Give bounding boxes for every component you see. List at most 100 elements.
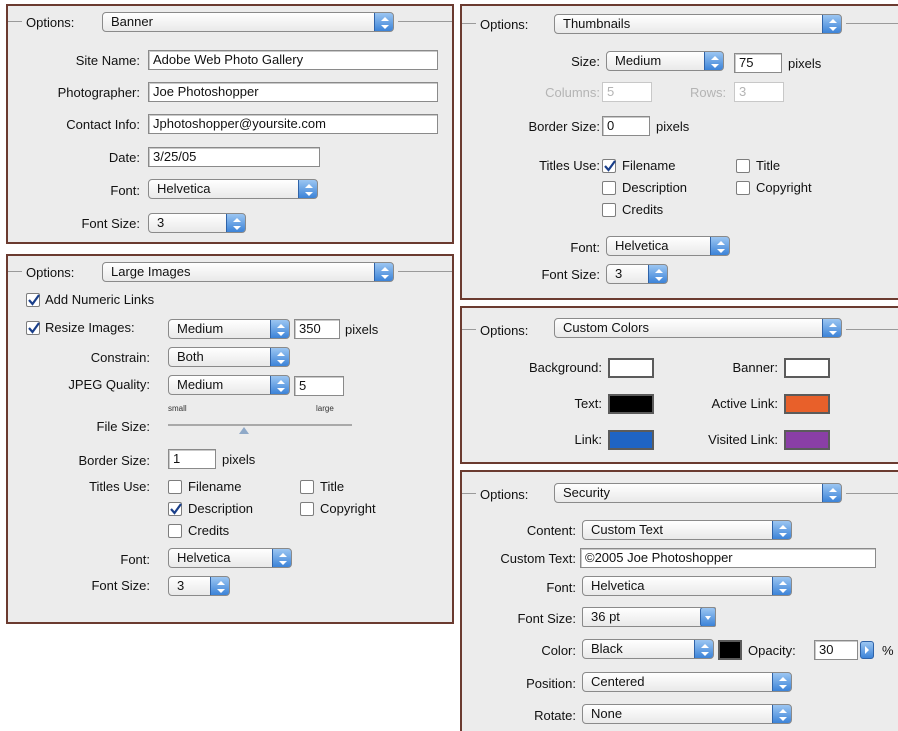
copyright-label: Copyright xyxy=(756,180,812,195)
banner-font-size-select[interactable]: 3 xyxy=(148,213,246,233)
banner-options-select[interactable]: Banner xyxy=(102,12,394,32)
chevron-updown-icon xyxy=(772,577,791,595)
content-select[interactable]: Custom Text xyxy=(582,520,792,540)
large-images-font-select[interactable]: Helvetica xyxy=(168,548,292,568)
photographer-label: Photographer: xyxy=(57,85,140,100)
file-size-slider-thumb[interactable] xyxy=(239,427,249,434)
file-size-slider-track[interactable] xyxy=(168,424,352,426)
panel-header-rule xyxy=(398,21,452,22)
border-size-field[interactable]: 1 xyxy=(168,449,216,469)
resize-images-label: Resize Images: xyxy=(45,320,135,335)
rotate-select[interactable]: None xyxy=(582,704,792,724)
security-font-size-combo[interactable]: 36 pt xyxy=(582,607,716,627)
resize-images-checkbox[interactable] xyxy=(26,321,40,335)
custom-colors-options-select[interactable]: Custom Colors xyxy=(554,318,842,338)
watermark-color-swatch[interactable] xyxy=(718,640,742,660)
thumbnails-options-select[interactable]: Thumbnails xyxy=(554,14,842,34)
panel-header-rule xyxy=(846,493,898,494)
thumbnail-pixels-field[interactable]: 75 xyxy=(734,53,782,73)
copyright-checkbox[interactable] xyxy=(300,502,314,516)
background-color-swatch[interactable] xyxy=(608,358,654,378)
columns-field[interactable]: 5 xyxy=(602,82,652,102)
custom-text-label: Custom Text: xyxy=(500,551,576,566)
position-select[interactable]: Centered xyxy=(582,672,792,692)
security-options-select[interactable]: Security xyxy=(554,483,842,503)
select-value: Helvetica xyxy=(157,181,211,196)
credits-label: Credits xyxy=(622,202,664,217)
select-value: 3 xyxy=(615,266,623,281)
panel-header-rule xyxy=(462,23,476,24)
text-label: Text: xyxy=(574,396,602,411)
description-checkbox[interactable] xyxy=(602,181,616,195)
thumbnail-border-size-field[interactable]: 0 xyxy=(602,116,650,136)
chevron-updown-icon xyxy=(270,348,289,366)
watermark-color-select[interactable]: Black xyxy=(582,639,714,659)
banner-label: Banner: xyxy=(732,360,778,375)
constrain-select[interactable]: Both xyxy=(168,347,290,367)
opacity-unit-label: % xyxy=(882,643,894,658)
credits-checkbox[interactable] xyxy=(168,524,182,538)
opacity-field[interactable]: 30 xyxy=(814,640,858,660)
color-label: Color: xyxy=(541,643,576,658)
site-name-field[interactable]: Adobe Web Photo Gallery xyxy=(148,50,438,70)
add-numeric-links-checkbox[interactable] xyxy=(26,293,40,307)
site-name-label: Site Name: xyxy=(75,53,140,68)
chevron-down-icon xyxy=(700,608,715,626)
resize-images-select[interactable]: Medium xyxy=(168,319,290,339)
select-value: Helvetica xyxy=(177,550,231,565)
position-label: Position: xyxy=(526,676,576,691)
large-images-font-size-select[interactable]: 3 xyxy=(168,576,230,596)
active-link-color-swatch[interactable] xyxy=(784,394,830,414)
select-value: None xyxy=(591,706,623,721)
credits-checkbox[interactable] xyxy=(602,203,616,217)
chevron-updown-icon xyxy=(694,640,713,658)
resize-pixels-field[interactable]: 350 xyxy=(294,319,340,339)
title-label: Title xyxy=(756,158,781,173)
large-images-options-select[interactable]: Large Images xyxy=(102,262,394,282)
link-color-swatch[interactable] xyxy=(608,430,654,450)
chevron-updown-icon xyxy=(822,15,841,33)
contact-info-field[interactable]: Jphotoshopper@yoursite.com xyxy=(148,114,438,134)
rows-label: Rows: xyxy=(690,85,727,100)
panel-header-rule xyxy=(462,329,476,330)
opacity-slider-popup-icon[interactable] xyxy=(860,641,874,659)
security-options-panel: Options: Security Content: Custom Text C… xyxy=(460,470,898,731)
select-value: Custom Text xyxy=(591,522,664,537)
thumbnails-size-select[interactable]: Medium xyxy=(606,51,724,71)
select-value: Security xyxy=(563,485,610,500)
thumbnails-font-size-select[interactable]: 3 xyxy=(606,264,668,284)
date-field[interactable]: 3/25/05 xyxy=(148,147,320,167)
link-label: Link: xyxy=(574,432,602,447)
title-checkbox[interactable] xyxy=(300,480,314,494)
filename-checkbox[interactable] xyxy=(602,159,616,173)
banner-color-swatch[interactable] xyxy=(784,358,830,378)
rotate-label: Rotate: xyxy=(534,708,576,723)
panel-header-rule xyxy=(8,21,22,22)
jpeg-quality-select[interactable]: Medium xyxy=(168,375,290,395)
options-label: Options: xyxy=(480,487,529,502)
description-label: Description xyxy=(188,501,254,516)
title-checkbox[interactable] xyxy=(736,159,750,173)
thumbnails-font-select[interactable]: Helvetica xyxy=(606,236,730,256)
chevron-updown-icon xyxy=(374,263,393,281)
copyright-checkbox[interactable] xyxy=(736,181,750,195)
chevron-updown-icon xyxy=(270,320,289,338)
select-value: Large Images xyxy=(111,264,191,279)
font-label: Font: xyxy=(546,580,576,595)
security-font-select[interactable]: Helvetica xyxy=(582,576,792,596)
font-size-label: Font Size: xyxy=(541,267,600,282)
jpeg-quality-field[interactable]: 5 xyxy=(294,376,344,396)
photographer-field[interactable]: Joe Photoshopper xyxy=(148,82,438,102)
custom-text-field[interactable]: ©2005 Joe Photoshopper xyxy=(580,548,876,568)
border-size-label: Border Size: xyxy=(528,119,600,134)
filename-checkbox[interactable] xyxy=(168,480,182,494)
font-size-label: Font Size: xyxy=(81,216,140,231)
description-checkbox[interactable] xyxy=(168,502,182,516)
titles-use-label: Titles Use: xyxy=(89,479,150,494)
rows-field[interactable]: 3 xyxy=(734,82,784,102)
text-color-swatch[interactable] xyxy=(608,394,654,414)
select-value: Black xyxy=(591,641,623,656)
banner-font-select[interactable]: Helvetica xyxy=(148,179,318,199)
visited-link-color-swatch[interactable] xyxy=(784,430,830,450)
font-label: Font: xyxy=(570,240,600,255)
